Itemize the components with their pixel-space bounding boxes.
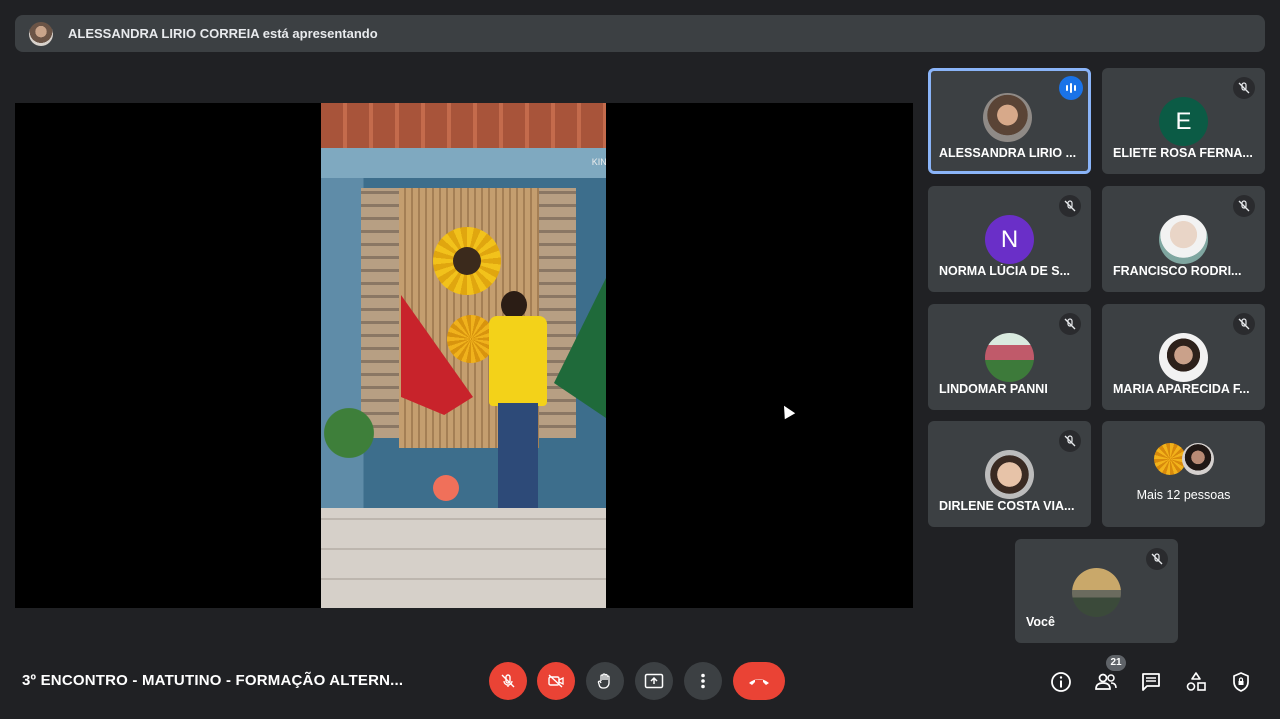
participant-name: FRANCISCO RODRI... (1113, 264, 1242, 278)
self-tile[interactable]: Você (1015, 539, 1178, 643)
shield-lock-icon (1233, 672, 1249, 692)
chat-icon (1142, 673, 1160, 691)
mic-off-icon (1233, 77, 1255, 99)
more-participants-tile[interactable]: Mais 12 pessoas (1102, 421, 1265, 527)
participant-name: LINDOMAR PANNI (939, 382, 1048, 396)
participant-tile-norma[interactable]: N NORMA LÚCIA DE S... (928, 186, 1091, 292)
presenter-avatar (29, 21, 53, 46)
participant-tile-francisco[interactable]: FRANCISCO RODRI... (1102, 186, 1265, 292)
activities-icon (1186, 672, 1206, 691)
more-options-button[interactable] (684, 662, 722, 700)
avatar (1159, 215, 1208, 264)
mouse-cursor (778, 402, 796, 420)
participant-tile-alessandra[interactable]: ALESSANDRA LIRIO ... (928, 68, 1091, 174)
mic-off-icon (1059, 430, 1081, 452)
avatar (985, 450, 1034, 499)
mic-off-icon (1059, 195, 1081, 217)
presentation-stage: K KINEMASTER (15, 103, 913, 608)
avatar (1182, 443, 1214, 475)
more-participants-label: Mais 12 pessoas (1136, 488, 1231, 502)
participant-tile-maria[interactable]: MARIA APARECIDA F... (1102, 304, 1265, 410)
camera-off-icon (548, 674, 564, 688)
presented-video: K KINEMASTER (321, 103, 606, 608)
mic-off-icon (1146, 548, 1168, 570)
presenter-text: ALESSANDRA LIRIO CORREIA está apresentan… (68, 26, 378, 41)
people-icon (1095, 673, 1117, 690)
meeting-title: 3º ENCONTRO - MATUTINO - FORMAÇÃO ALTERN… (22, 672, 404, 689)
info-icon (1051, 672, 1071, 692)
raise-hand-button[interactable] (586, 662, 624, 700)
host-controls-button[interactable] (1229, 670, 1253, 694)
meeting-details-button[interactable] (1049, 670, 1073, 694)
present-icon (644, 673, 664, 689)
activities-button[interactable] (1184, 670, 1208, 694)
participant-name: ALESSANDRA LIRIO ... (939, 146, 1077, 160)
person (489, 316, 547, 406)
mic-off-icon (1233, 195, 1255, 217)
participant-tile-dirlene[interactable]: DIRLENE COSTA VIA... (928, 421, 1091, 527)
self-name: Você (1026, 615, 1055, 629)
mic-off-icon (1233, 313, 1255, 335)
chat-button[interactable] (1139, 670, 1163, 694)
camera-toggle-button[interactable] (537, 662, 575, 700)
people-button[interactable] (1094, 670, 1118, 694)
participant-tile-lindomar[interactable]: LINDOMAR PANNI (928, 304, 1091, 410)
avatar: E (1159, 97, 1208, 146)
end-call-icon (749, 679, 769, 685)
more-vert-icon (701, 673, 705, 689)
avatar (1072, 568, 1121, 617)
speaking-icon (1059, 76, 1083, 100)
mic-off-icon (1059, 313, 1081, 335)
participant-name: MARIA APARECIDA F... (1113, 382, 1250, 396)
avatar (985, 333, 1034, 382)
people-count-badge: 21 (1106, 655, 1126, 671)
mic-off-icon (501, 674, 515, 688)
hand-icon (597, 673, 610, 689)
avatar: N (985, 215, 1034, 264)
participant-name: NORMA LÚCIA DE S... (939, 264, 1071, 278)
participant-tile-eliete[interactable]: E ELIETE ROSA FERNA... (1102, 68, 1265, 174)
participant-name: ELIETE ROSA FERNA... (1113, 146, 1253, 160)
mic-toggle-button[interactable] (489, 662, 527, 700)
participant-name: DIRLENE COSTA VIA... (939, 499, 1075, 513)
leave-call-button[interactable] (733, 662, 785, 700)
presenter-banner: ALESSANDRA LIRIO CORREIA está apresentan… (15, 15, 1265, 52)
kinemaster-watermark: K KINEMASTER (591, 123, 606, 167)
avatar (1159, 333, 1208, 382)
avatar (983, 93, 1032, 142)
present-screen-button[interactable] (635, 662, 673, 700)
